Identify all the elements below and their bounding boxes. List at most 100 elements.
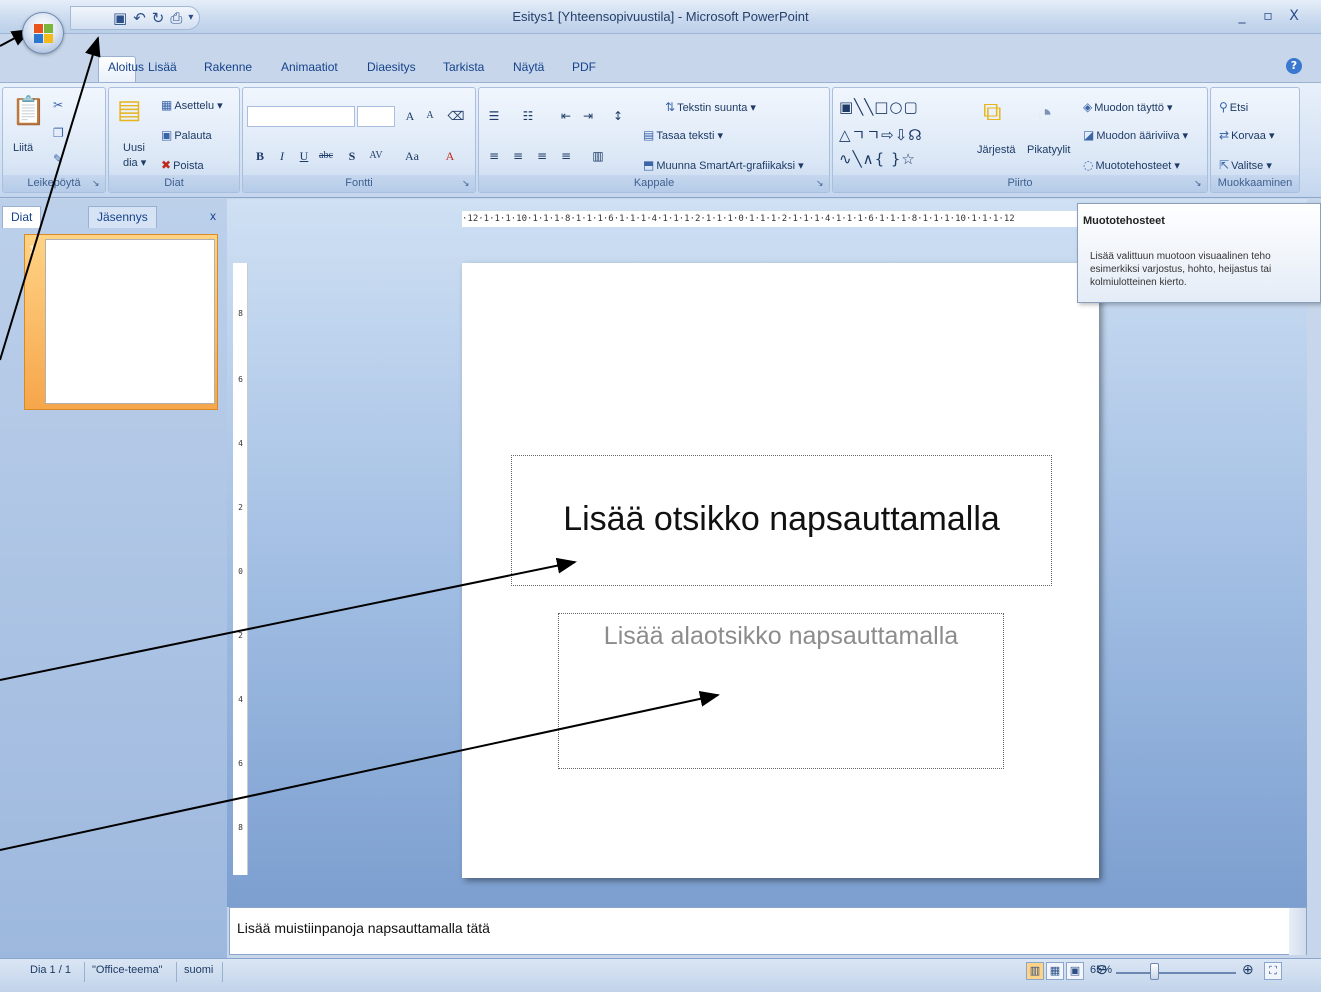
close-pane-button[interactable]: x [202, 206, 224, 228]
tab-rakenne[interactable]: Rakenne [198, 58, 258, 76]
tab-nayta[interactable]: Näytä [507, 58, 550, 76]
subtitle-placeholder[interactable]: Lisää alaotsikko napsauttamalla [558, 622, 1004, 651]
strikethrough-button[interactable]: abc [317, 146, 335, 166]
grow-font-button[interactable]: A [401, 106, 419, 126]
zoom-slider-thumb[interactable] [1150, 963, 1159, 980]
replace-label: Korvaa ▾ [1231, 130, 1275, 142]
zoom-slider-track[interactable] [1116, 972, 1236, 974]
find-button[interactable]: ⚲ Etsi [1219, 100, 1248, 114]
tab-slides[interactable]: Diat [2, 206, 42, 228]
align-left-icon[interactable]: ≡ [485, 146, 503, 166]
print-preview-icon[interactable]: ⎙ [170, 10, 182, 26]
shapes-gallery-row-1[interactable]: ▣╲╲□○▢ [839, 98, 919, 116]
fit-to-window-icon[interactable]: ⛶ [1264, 962, 1282, 980]
dialog-launcher-icon[interactable]: ↘ [462, 179, 472, 189]
shapes-gallery-row-3[interactable]: ∿╲∧{ }☆ [839, 150, 916, 168]
slide-sorter-icon[interactable]: ▦ [1046, 962, 1064, 980]
increase-indent-icon[interactable]: ⇥ [579, 106, 597, 126]
bold-button[interactable]: B [251, 146, 269, 166]
shape-fill-button[interactable]: ◈ Muodon täyttö ▾ [1083, 100, 1173, 114]
clipboard-group: 📋 Liitä ✂ ❐ ✎ Leikepöytä ↘ [2, 87, 106, 193]
shapes-gallery-row-2[interactable]: △ㄱㄱ⇨⇩☊ [839, 124, 923, 145]
reset-button[interactable]: ▣ Palauta [161, 128, 212, 142]
numbering-icon[interactable]: ☷ [519, 106, 537, 126]
reset-icon: ▣ [161, 128, 173, 142]
status-language[interactable]: suomi [184, 964, 213, 976]
slideshow-icon[interactable]: ▣ [1066, 962, 1084, 980]
new-slide-label-2[interactable]: dia ▾ [123, 156, 146, 169]
dialog-launcher-icon[interactable]: ↘ [816, 179, 826, 189]
smartart-icon: ⬒ [643, 158, 655, 172]
horizontal-ruler: ·12·1·1·1·10·1·1·1·8·1·1·1·6·1·1·1·4·1·1… [462, 211, 1082, 227]
cut-icon[interactable]: ✂ [53, 98, 65, 112]
align-right-icon[interactable]: ≡ [533, 146, 551, 166]
char-spacing-button[interactable]: AV [367, 146, 385, 166]
slide-thumbnail[interactable] [45, 239, 215, 404]
shape-outline-button[interactable]: ◪ Muodon ääriviiva ▾ [1083, 128, 1188, 142]
select-button[interactable]: ⇱ Valitse ▾ [1219, 158, 1272, 172]
decrease-indent-icon[interactable]: ⇤ [557, 106, 575, 126]
font-color-button[interactable]: A [441, 146, 459, 166]
normal-view-icon[interactable]: ▥ [1026, 962, 1044, 980]
clear-formatting-icon[interactable]: ⌫ [447, 106, 465, 126]
italic-button[interactable]: I [273, 146, 291, 166]
underline-button[interactable]: U [295, 146, 313, 166]
justify-icon[interactable]: ≡ [557, 146, 575, 166]
tab-tarkista[interactable]: Tarkista [437, 58, 490, 76]
arrange-icon[interactable]: ⧉ [983, 96, 1002, 128]
notes-placeholder[interactable]: Lisää muistiinpanoja napsauttamalla tätä [237, 920, 490, 936]
font-name-combo[interactable] [247, 106, 355, 127]
quick-styles-button[interactable]: Pikatyylit [1027, 144, 1070, 156]
editing-group: ⚲ Etsi ⇄ Korvaa ▾ ⇱ Valitse ▾ Muokkaaminen [1210, 87, 1300, 193]
status-slide-count: Dia 1 / 1 [30, 964, 71, 976]
redo-icon[interactable]: ↻ [152, 10, 165, 26]
replace-button[interactable]: ⇄ Korvaa ▾ [1219, 128, 1275, 142]
align-center-icon[interactable]: ≡ [509, 146, 527, 166]
change-case-button[interactable]: Aa [403, 146, 421, 166]
new-slide-icon[interactable]: ▤ [117, 94, 142, 125]
undo-icon[interactable]: ↶ [133, 10, 146, 26]
format-painter-icon[interactable]: ✎ [53, 152, 65, 166]
shape-effects-button[interactable]: ◌ Muototehosteet ▾ [1083, 158, 1180, 172]
line-spacing-icon[interactable]: ↕ [609, 106, 627, 126]
office-button[interactable] [22, 12, 64, 54]
editing-group-label: Muokkaaminen [1211, 175, 1299, 192]
columns-icon[interactable]: ▥ [589, 146, 607, 166]
shadow-button[interactable]: S [343, 146, 361, 166]
arrange-button[interactable]: Järjestä [977, 144, 1016, 156]
minimize-button[interactable]: _ [1232, 6, 1252, 26]
font-size-combo[interactable] [357, 106, 395, 127]
title-placeholder[interactable]: Lisää otsikko napsauttamalla [511, 500, 1052, 539]
paste-icon[interactable]: 📋 [11, 94, 46, 127]
tab-diaesitys[interactable]: Diaesitys [361, 58, 422, 76]
close-button[interactable]: X [1284, 6, 1304, 26]
layout-button[interactable]: ▦ Asettelu ▾ [161, 98, 223, 112]
dialog-launcher-icon[interactable]: ↘ [92, 179, 102, 189]
quick-styles-icon[interactable]: ◔ [1037, 98, 1053, 129]
dialog-launcher-icon[interactable]: ↘ [1194, 179, 1204, 189]
notes-scrollbar[interactable] [1289, 908, 1306, 955]
delete-slide-button[interactable]: ✖ Poista [161, 158, 204, 172]
smartart-button[interactable]: ⬒ Muunna SmartArt-grafiikaksi ▾ [643, 158, 804, 172]
align-text-icon: ▤ [643, 128, 655, 142]
zoom-in-icon[interactable]: ⊕ [1242, 961, 1254, 978]
tab-animaatiot[interactable]: Animaatiot [275, 58, 344, 76]
text-direction-button[interactable]: ⇅ Tekstin suunta ▾ [665, 100, 756, 114]
help-icon[interactable]: ? [1286, 58, 1302, 74]
align-text-button[interactable]: ▤ Tasaa teksti ▾ [643, 128, 723, 142]
new-slide-label-1[interactable]: Uusi [123, 142, 145, 154]
ruler-tick: 4 [238, 439, 243, 448]
clipboard-group-label: Leikepöytä [3, 175, 105, 192]
tab-pdf[interactable]: PDF [566, 58, 602, 76]
shape-effects-label: Muototehosteet ▾ [1095, 160, 1180, 172]
maximize-button[interactable]: ▫ [1258, 6, 1278, 26]
customize-qat-icon[interactable]: ▾ [188, 13, 193, 23]
bullets-icon[interactable]: ☰ [485, 106, 503, 126]
save-icon[interactable]: ▣ [113, 10, 127, 26]
tab-outline[interactable]: Jäsennys [88, 206, 157, 228]
zoom-out-icon[interactable]: ⊖ [1096, 961, 1108, 978]
paste-button[interactable]: Liitä [13, 142, 33, 154]
copy-icon[interactable]: ❐ [53, 126, 66, 140]
tab-lisaa[interactable]: Lisää [142, 58, 183, 76]
shrink-font-button[interactable]: A [421, 106, 439, 126]
